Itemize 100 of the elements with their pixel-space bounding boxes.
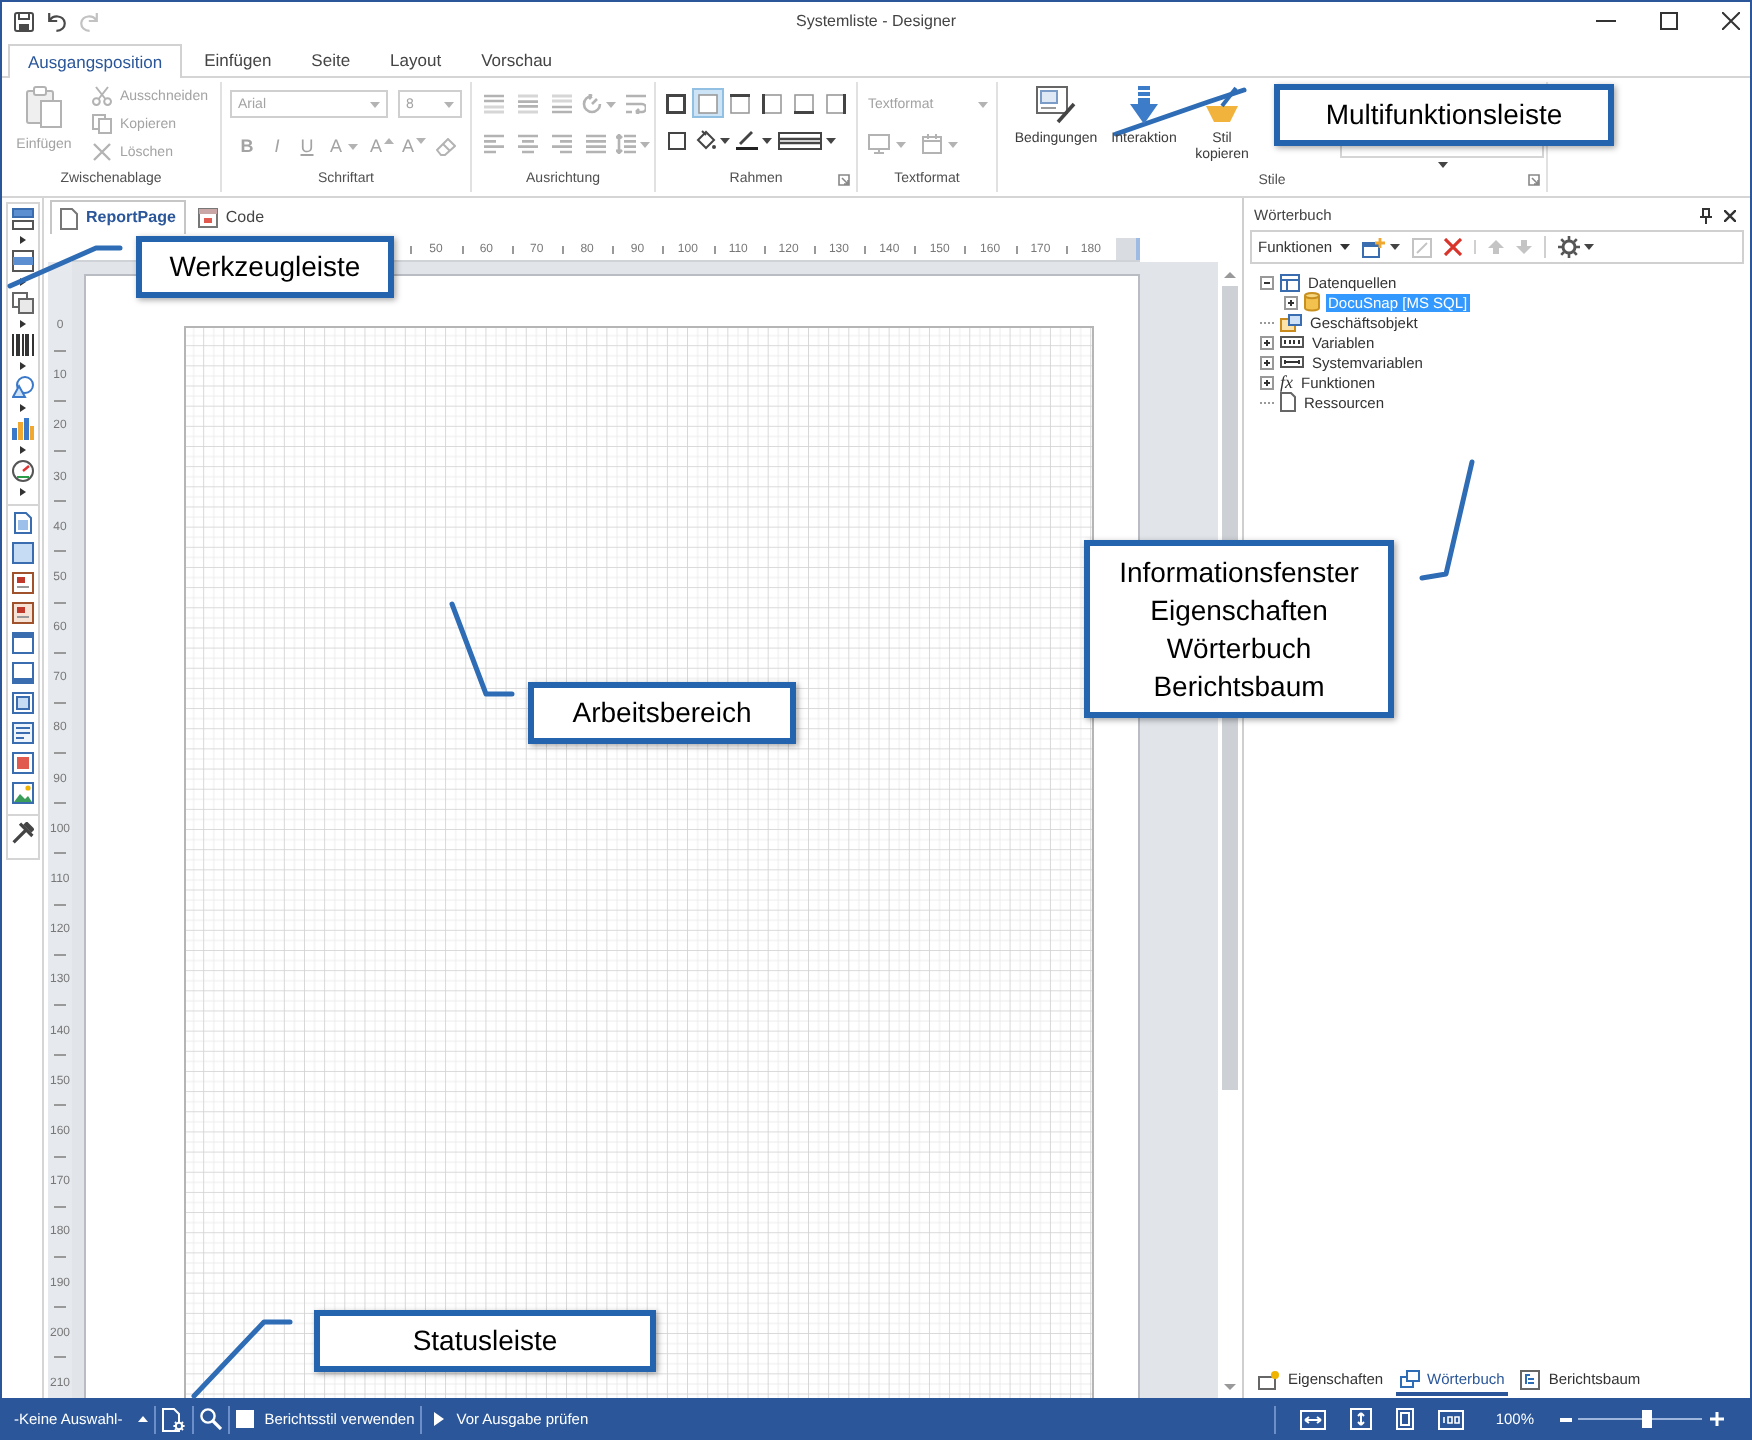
- fill-color-dropdown[interactable]: [692, 130, 732, 150]
- ribbon-tab[interactable]: Vorschau: [463, 44, 571, 78]
- database-icon: [1304, 292, 1320, 312]
- document-tab[interactable]: ReportPage: [50, 200, 186, 234]
- gauge-icon[interactable]: [12, 460, 34, 482]
- caret-icon: [978, 102, 988, 108]
- image-panel-icon[interactable]: [12, 752, 34, 774]
- page-gear-icon[interactable]: [162, 1407, 187, 1431]
- paintbrush-icon: [1202, 86, 1242, 124]
- window-icon[interactable]: [12, 632, 34, 654]
- panel-icon[interactable]: [12, 542, 34, 564]
- maximize-icon[interactable]: [1660, 12, 1678, 30]
- document-pen-icon: [1036, 86, 1076, 124]
- table-plus-icon[interactable]: [1362, 237, 1387, 257]
- border-left-icon: [762, 93, 782, 113]
- caret-icon: [825, 137, 835, 143]
- barcode-icon[interactable]: [12, 334, 34, 356]
- page-icon[interactable]: [1395, 1408, 1414, 1430]
- band-icon[interactable]: [12, 208, 34, 230]
- caret-icon: [384, 137, 394, 143]
- fit-page-icon[interactable]: [1349, 1408, 1372, 1430]
- border-button[interactable]: [820, 88, 852, 118]
- ribbon-tab[interactable]: Ausgangsposition: [8, 44, 183, 78]
- close-icon[interactable]: [1724, 209, 1736, 221]
- down-arrow-icon: [1130, 86, 1158, 124]
- picture-icon[interactable]: [12, 782, 34, 804]
- search-icon[interactable]: [200, 1408, 223, 1430]
- border-none-icon: [698, 93, 718, 113]
- scroll-down-icon[interactable]: [1224, 1383, 1236, 1389]
- leader-line: [6, 244, 124, 290]
- fit-width-icon[interactable]: [1299, 1409, 1326, 1429]
- scrollbar-thumb[interactable]: [1222, 286, 1238, 540]
- text-panel-icon[interactable]: [12, 722, 34, 744]
- settings-icon[interactable]: [1558, 236, 1581, 258]
- overlapping-squares-icon[interactable]: [12, 292, 34, 314]
- line-style-icon: [777, 131, 821, 149]
- ribbon-tab[interactable]: Einfügen: [186, 44, 290, 78]
- text-box-icon[interactable]: [12, 572, 34, 594]
- close-icon[interactable]: [1722, 12, 1740, 30]
- ribbon-tab[interactable]: Seite: [293, 44, 369, 78]
- expand-icon[interactable]: [1260, 375, 1274, 389]
- slider-thumb[interactable]: [1641, 1410, 1652, 1428]
- shapes-icon[interactable]: [12, 376, 34, 398]
- document-icon[interactable]: [12, 512, 34, 534]
- dialog-launcher-icon[interactable]: [1528, 174, 1540, 186]
- caret-icon: [370, 101, 380, 107]
- stacked-boxes-icon: [1280, 313, 1302, 331]
- ribbon-tab[interactable]: Layout: [372, 44, 460, 78]
- callout-label: Multifunktionsleiste: [1325, 96, 1563, 134]
- container-icon[interactable]: [12, 692, 34, 714]
- caret-icon: [348, 143, 358, 149]
- checkbox[interactable]: [236, 1410, 255, 1428]
- caret-icon: [1437, 162, 1447, 168]
- callout-label: Berichtsbaum: [1153, 667, 1325, 705]
- play-icon: [434, 1412, 445, 1426]
- line-color-dropdown[interactable]: [732, 130, 776, 150]
- caret-icon: [416, 137, 426, 143]
- border-button[interactable]: [724, 88, 756, 118]
- border-button[interactable]: [756, 88, 788, 118]
- caret-icon: [444, 101, 454, 107]
- border-all-icon: [666, 93, 686, 113]
- frame-icon[interactable]: [12, 662, 34, 684]
- border-bottom-icon: [794, 93, 814, 113]
- pin-icon[interactable]: [1700, 207, 1712, 223]
- caret-icon: [639, 141, 649, 147]
- line-style-dropdown[interactable]: [776, 131, 836, 149]
- zoom-slider[interactable]: [1578, 1410, 1702, 1428]
- rich-text-icon[interactable]: [12, 602, 34, 624]
- border-button[interactable]: [660, 88, 692, 118]
- border-button[interactable]: [788, 88, 820, 118]
- callout-label: Wörterbuch: [1166, 629, 1312, 667]
- bar-chart-icon[interactable]: [12, 418, 34, 440]
- scissors-icon: [92, 86, 112, 106]
- code-window-icon: [197, 207, 218, 227]
- table-icon: [1280, 273, 1300, 291]
- scrollbar-thumb[interactable]: [1222, 718, 1238, 1090]
- leader-line: [190, 1318, 294, 1400]
- calendar-icon: [922, 134, 942, 154]
- expand-icon[interactable]: [1260, 335, 1274, 349]
- tools-icon[interactable]: [12, 822, 34, 844]
- window-title: Systemliste - Designer: [795, 13, 957, 29]
- caret-icon: [948, 141, 958, 147]
- callout-label: Statusleiste: [412, 1322, 558, 1360]
- scroll-up-icon[interactable]: [1224, 271, 1236, 277]
- document-tab[interactable]: Code: [189, 200, 273, 234]
- square-icon[interactable]: [667, 131, 685, 149]
- paint-bucket-icon: [695, 130, 715, 150]
- border-top-icon: [730, 93, 750, 113]
- expand-icon[interactable]: [1284, 295, 1298, 309]
- stacked-bands-icon[interactable]: [12, 250, 34, 272]
- zoom-in-icon[interactable]: [1710, 1412, 1724, 1426]
- collapse-icon[interactable]: [1260, 275, 1274, 289]
- undo-icon[interactable]: [48, 11, 66, 31]
- expand-icon[interactable]: [1260, 355, 1274, 369]
- actual-size-icon[interactable]: [1437, 1409, 1464, 1429]
- document-icon: [60, 207, 78, 229]
- delete-icon[interactable]: [1444, 238, 1463, 256]
- save-icon[interactable]: [14, 11, 34, 31]
- dialog-launcher-icon[interactable]: [838, 174, 850, 186]
- variable-box-icon: [1280, 336, 1304, 348]
